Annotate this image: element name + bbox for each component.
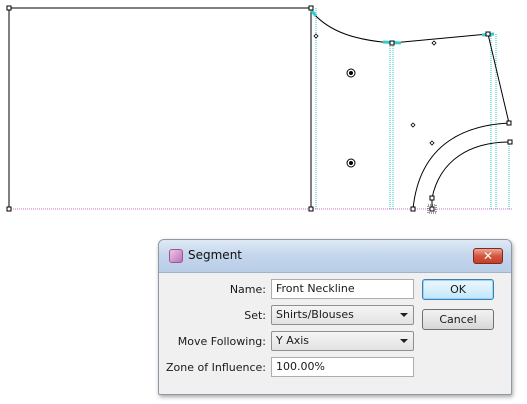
zone-of-influence-label: Zone of Influence:	[166, 361, 266, 374]
pattern-points[interactable]	[6, 5, 513, 212]
dialog-title: Segment	[188, 248, 242, 262]
dialog-titlebar[interactable]: Segment ✕	[159, 240, 511, 273]
front-pattern-piece[interactable]	[312, 12, 511, 210]
back-pattern-piece[interactable]	[8, 7, 312, 209]
move-following-select[interactable]: Y Axis	[271, 331, 414, 351]
move-following-select-value: Y Axis	[276, 334, 310, 347]
close-icon: ✕	[482, 249, 494, 263]
name-label: Name:	[229, 283, 266, 296]
segment-app-icon	[169, 249, 183, 263]
close-button[interactable]: ✕	[473, 248, 503, 264]
move-following-label: Move Following:	[177, 335, 266, 348]
front-neckline-segment[interactable]	[309, 9, 318, 17]
set-select[interactable]: Shirts/Blouses	[271, 305, 414, 325]
vertical-guides	[8, 8, 510, 209]
zone-of-influence-input[interactable]: 100.00%	[271, 357, 414, 377]
ok-button[interactable]: OK	[422, 279, 494, 300]
chevron-down-icon	[400, 313, 408, 317]
chevron-down-icon	[400, 339, 408, 343]
name-input[interactable]: Front Neckline	[271, 279, 414, 299]
cancel-button[interactable]: Cancel	[422, 309, 494, 330]
set-select-value: Shirts/Blouses	[276, 308, 354, 321]
segment-dialog: Segment ✕ Name: Front Neckline Set: Shir…	[158, 239, 512, 395]
control-points[interactable]	[313, 33, 437, 146]
set-label: Set:	[244, 309, 266, 322]
button-markers	[346, 68, 356, 168]
